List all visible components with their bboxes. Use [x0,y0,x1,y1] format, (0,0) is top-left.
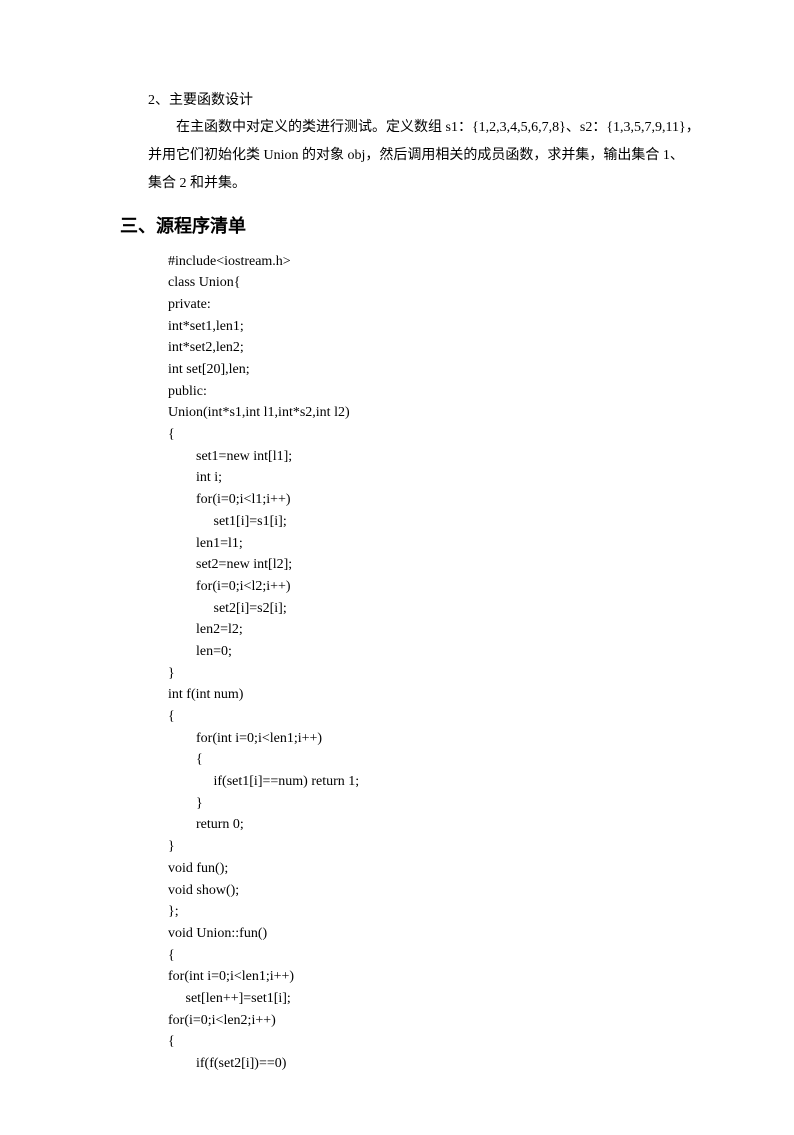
code-line: int*set2,len2; [168,337,704,359]
code-line: set1=new int[l1]; [168,446,704,468]
code-line: } [168,793,704,815]
code-line: for(i=0;i<l1;i++) [168,489,704,511]
source-code-listing: #include<iostream.h> class Union{ privat… [168,251,704,1075]
code-line: len1=l1; [168,533,704,555]
code-line: void Union::fun() [168,923,704,945]
code-line: { [168,945,704,967]
code-line: if(set1[i]==num) return 1; [168,771,704,793]
code-line: Union(int*s1,int l1,int*s2,int l2) [168,402,704,424]
code-line: public: [168,381,704,403]
code-line: return 0; [168,814,704,836]
subsection-title: 2、主要函数设计 [148,90,704,112]
code-line: int set[20],len; [168,359,704,381]
code-line: void fun(); [168,858,704,880]
code-line: for(int i=0;i<len1;i++) [168,966,704,988]
paragraph-block: 在主函数中对定义的类进行测试。定义数组 s1：{1,2,3,4,5,6,7,8}… [120,116,704,195]
code-line: int i; [168,467,704,489]
code-line: class Union{ [168,272,704,294]
code-line: void show(); [168,880,704,902]
code-line: set2=new int[l2]; [168,554,704,576]
code-line: { [168,749,704,771]
code-line: len=0; [168,641,704,663]
document-page: 2、主要函数设计 在主函数中对定义的类进行测试。定义数组 s1：{1,2,3,4… [0,0,794,1135]
code-line: set2[i]=s2[i]; [168,598,704,620]
code-line: for(int i=0;i<len1;i++) [168,728,704,750]
code-line: for(i=0;i<l2;i++) [168,576,704,598]
code-line: { [168,706,704,728]
code-line: set[len++]=set1[i]; [168,988,704,1010]
code-line: } [168,836,704,858]
code-line: set1[i]=s1[i]; [168,511,704,533]
paragraph-line: 集合 2 和并集。 [148,172,704,196]
code-line: } [168,663,704,685]
section-heading: 三、源程序清单 [120,212,704,241]
paragraph-line: 并用它们初始化类 Union 的对象 obj，然后调用相关的成员函数，求并集，输… [148,144,704,168]
code-line: len2=l2; [168,619,704,641]
code-line: { [168,424,704,446]
paragraph-line: 在主函数中对定义的类进行测试。定义数组 s1：{1,2,3,4,5,6,7,8}… [148,116,704,140]
code-line: #include<iostream.h> [168,251,704,273]
code-line: }; [168,901,704,923]
code-line: { [168,1031,704,1053]
code-line: int*set1,len1; [168,316,704,338]
code-line: int f(int num) [168,684,704,706]
code-line: for(i=0;i<len2;i++) [168,1010,704,1032]
code-line: private: [168,294,704,316]
code-line: if(f(set2[i])==0) [168,1053,704,1075]
